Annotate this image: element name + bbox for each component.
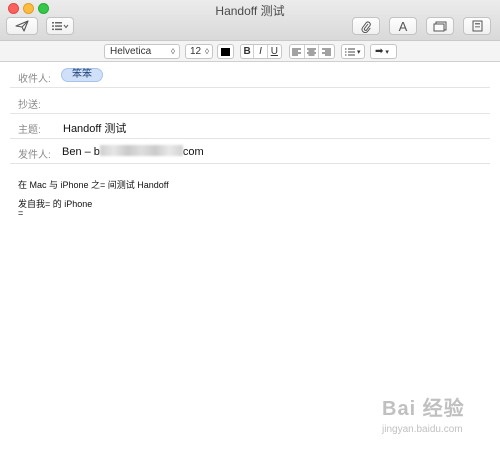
redacted-address xyxy=(99,145,183,156)
stationery-button[interactable] xyxy=(463,17,491,35)
text-color-button[interactable] xyxy=(217,44,234,59)
from-label: 发件人: xyxy=(18,150,51,161)
paper-plane-icon xyxy=(15,20,29,32)
underline-button[interactable]: U xyxy=(268,45,281,58)
stationery-icon xyxy=(472,20,482,32)
window-titlebar: Handoff 测试 A xyxy=(0,0,500,40)
chevron-updown-icon: ◊ xyxy=(205,47,209,56)
subject-label: 主题: xyxy=(18,125,41,136)
align-left-button[interactable] xyxy=(290,45,305,58)
font-size-value: 12 xyxy=(190,46,202,57)
list-icon xyxy=(52,22,69,31)
body-line: = xyxy=(18,208,24,218)
bullet-list-icon xyxy=(345,48,355,55)
align-right-icon xyxy=(322,48,332,55)
photo-browser-icon xyxy=(433,21,447,31)
subject-input[interactable]: Handoff 测试 xyxy=(63,120,126,136)
color-swatch-icon xyxy=(221,47,230,56)
from-address-suffix: com xyxy=(182,146,204,158)
alignment-group xyxy=(289,44,335,59)
font-family-value: Helvetica xyxy=(110,46,152,57)
chevron-updown-icon: ◊ xyxy=(171,47,175,56)
align-center-icon xyxy=(307,48,316,55)
italic-button[interactable]: I xyxy=(254,45,268,58)
chevron-down-icon: ▾ xyxy=(357,48,361,56)
send-button[interactable] xyxy=(6,17,38,35)
photo-browser-button[interactable] xyxy=(426,17,454,35)
from-select[interactable]: Ben – b com xyxy=(62,145,204,158)
cc-field-row: 抄送: xyxy=(10,89,490,114)
chevron-down-icon: ▾ xyxy=(385,48,389,56)
cc-label: 抄送: xyxy=(18,100,41,111)
font-size-select[interactable]: 12 ◊ xyxy=(185,44,213,59)
cc-input[interactable] xyxy=(63,95,463,109)
align-left-icon xyxy=(292,48,302,55)
body-line: 在 Mac 与 iPhone 之= 间测试 Handoff xyxy=(18,180,169,190)
baidu-watermark: Bai 经验 jingyan.baidu.com xyxy=(382,392,492,442)
bold-button[interactable]: B xyxy=(241,45,255,58)
arrow-right-icon: ➡ xyxy=(375,46,384,57)
align-center-button[interactable] xyxy=(305,45,320,58)
to-field-row: 收件人: 笨笨 xyxy=(10,63,490,88)
from-field-row: 发件人: Ben – b com xyxy=(10,139,490,164)
watermark-url: jingyan.baidu.com xyxy=(382,424,463,435)
list-style-menu[interactable]: ▾ xyxy=(341,44,365,59)
format-bar: Helvetica ◊ 12 ◊ B I U ▾ ➡ ▾ xyxy=(0,40,500,62)
to-label: 收件人: xyxy=(18,74,51,85)
attach-button[interactable] xyxy=(352,17,380,35)
header-fields-menu-button[interactable] xyxy=(46,17,74,35)
subject-field-row: 主题: Handoff 测试 xyxy=(10,114,490,139)
recipient-chip[interactable]: 笨笨 xyxy=(61,68,103,82)
window-title: Handoff 测试 xyxy=(215,4,285,18)
fonts-button[interactable]: A xyxy=(389,17,417,35)
paperclip-icon xyxy=(361,21,371,33)
font-family-select[interactable]: Helvetica ◊ xyxy=(104,44,180,59)
align-right-button[interactable] xyxy=(319,45,334,58)
body-line: 发自我= 的 iPhone xyxy=(18,199,93,209)
from-address-prefix: Ben – b xyxy=(62,146,100,158)
text-style-group: B I U xyxy=(240,44,282,59)
baidu-logo: Bai 经验 xyxy=(382,398,465,420)
indent-menu[interactable]: ➡ ▾ xyxy=(370,44,397,59)
